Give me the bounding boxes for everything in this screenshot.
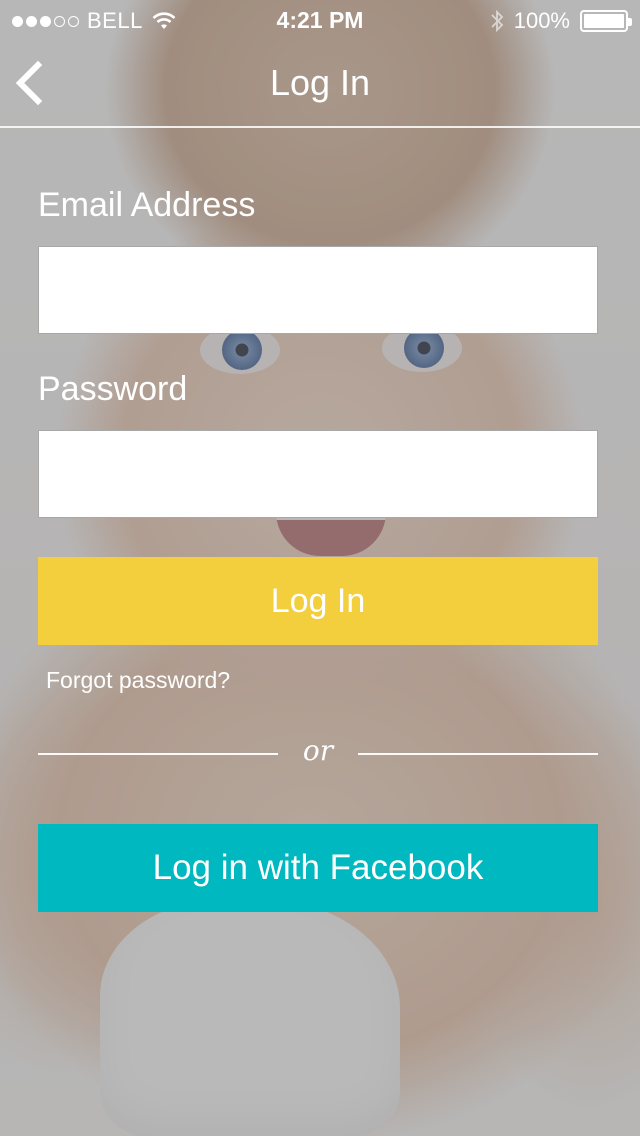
email-label: Email Address [38,186,256,224]
battery-percentage: 100% [513,8,570,33]
email-field[interactable] [38,246,598,334]
password-field[interactable] [38,430,598,518]
facebook-login-button[interactable]: Log in with Facebook [38,824,598,912]
login-button[interactable]: Log In [38,557,598,645]
nav-divider [0,126,640,128]
page-title: Log In [269,62,371,103]
status-bar: BELL 4:21 PM 100% [0,0,640,40]
divider-line-left [38,753,278,755]
bluetooth-icon [491,9,503,33]
forgot-password-link[interactable]: Forgot password? [46,667,230,694]
battery-icon [580,10,632,32]
divider-or-text: or [302,734,334,767]
password-label: Password [38,370,188,408]
divider-line-right [358,753,598,755]
navigation-bar: Log In [0,40,640,128]
status-right: 100% [490,8,632,34]
battery-fill [584,14,624,28]
